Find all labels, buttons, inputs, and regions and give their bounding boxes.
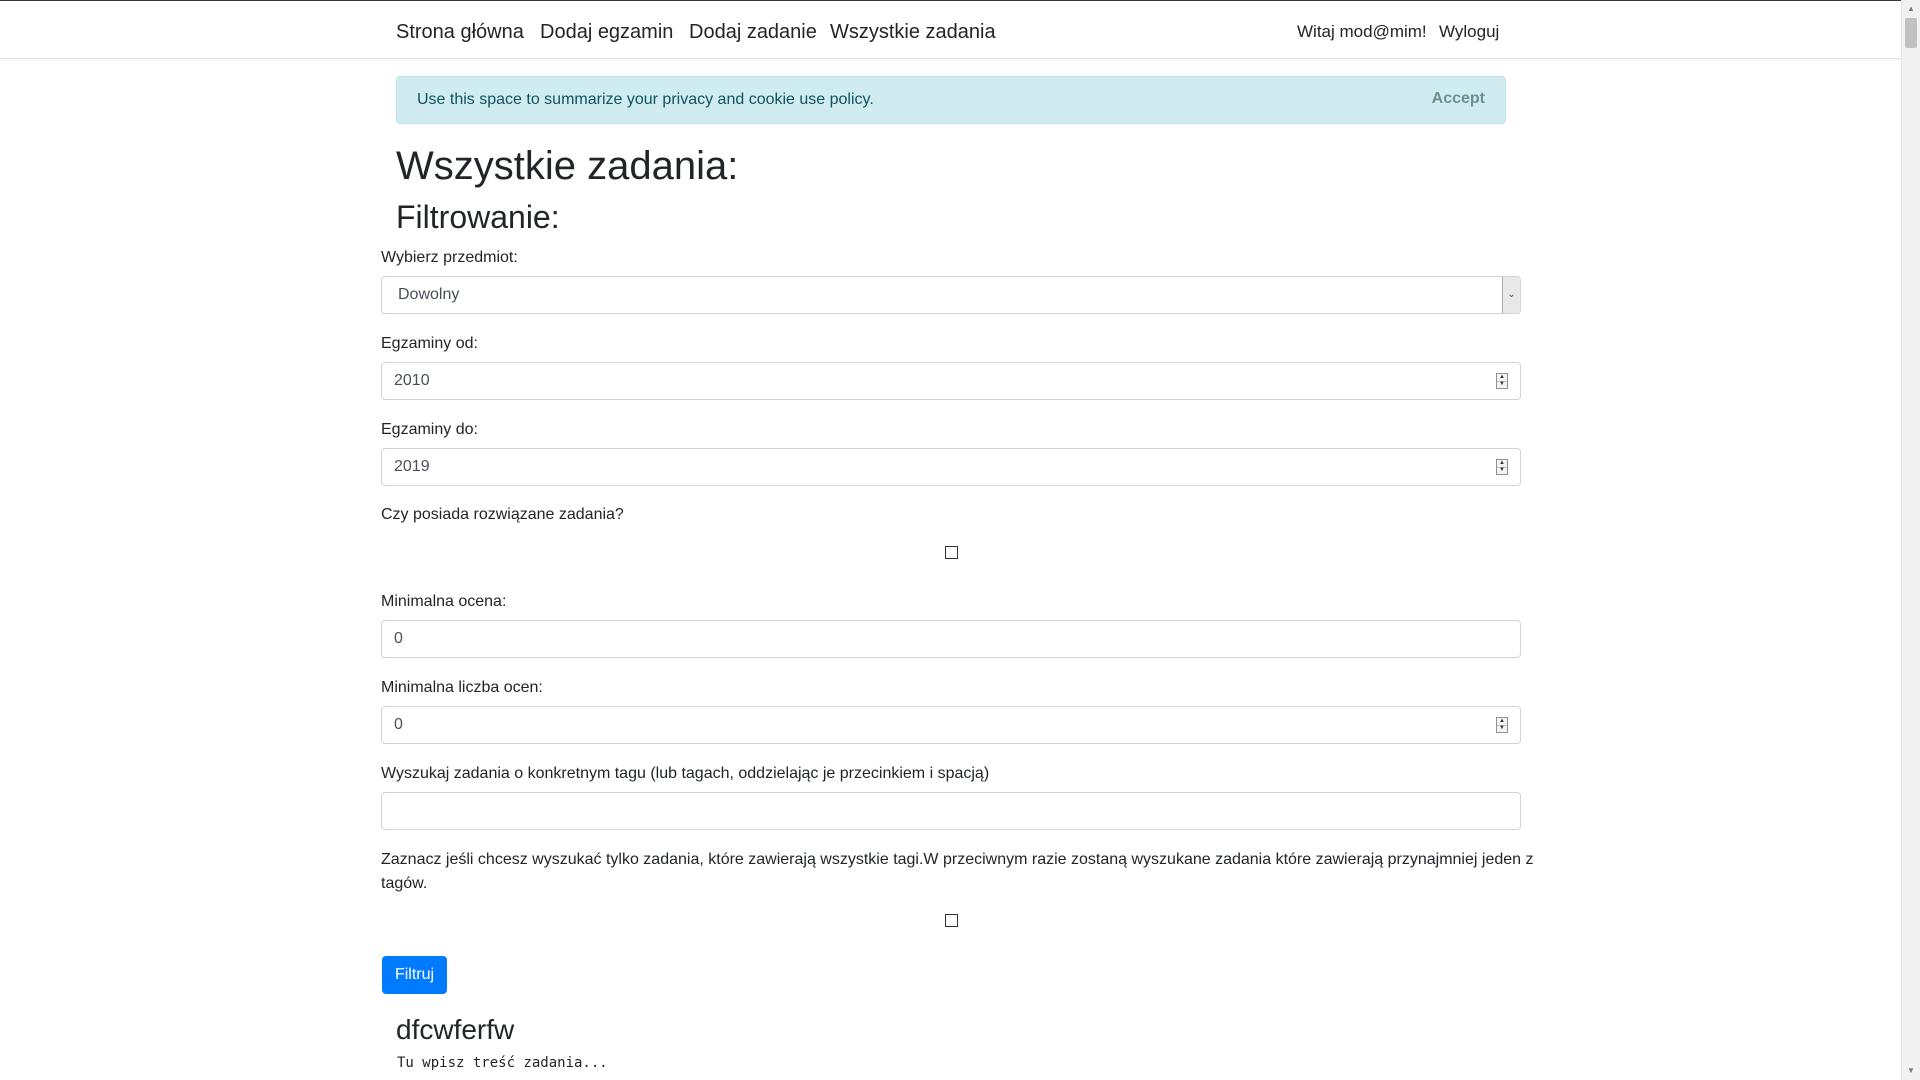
subject-select-value: Dowolny [398,286,460,303]
exams-to-input[interactable]: 2019 ▲ ▼ [381,448,1521,486]
all-tags-label-line2: tagów. [381,875,428,892]
nav-home-link[interactable]: Strona główna [396,21,524,44]
logout-link[interactable]: Wyloguj [1439,22,1499,42]
user-greeting: Witaj mod@mim! [1297,22,1427,41]
exams-from-label: Egzaminy od: [381,335,478,352]
page-title: Wszystkie zadania: [396,144,739,188]
scroll-up-arrow-icon[interactable]: ▲ [1907,4,1915,14]
min-count-label: Minimalna liczba ocen: [381,679,543,696]
spinner-down-icon[interactable]: ▼ [1497,381,1507,388]
filter-button[interactable]: Filtruj [382,956,447,994]
task-body: Tu wpisz treść zadania... [397,1055,608,1071]
exams-from-input[interactable]: 2010 ▲ ▼ [381,362,1521,400]
tags-label: Wyszukaj zadania o konkretnym tagu (lub … [381,765,990,782]
min-grade-label: Minimalna ocena: [381,593,507,610]
min-count-spinner[interactable]: ▲ ▼ [1496,717,1508,733]
min-grade-value: 0 [394,630,403,647]
cookie-accept-button[interactable]: Accept [1432,90,1485,108]
spinner-down-icon[interactable]: ▼ [1497,467,1507,474]
page-scrollbar[interactable]: ▲ ▼ [1901,0,1920,1080]
subject-select[interactable]: Dowolny ⌄ [381,276,1521,314]
exams-from-spinner[interactable]: ▲ ▼ [1496,373,1508,389]
cookie-consent-text: Use this space to summarize your privacy… [417,91,874,108]
spinner-down-icon[interactable]: ▼ [1497,725,1507,732]
min-count-value: 0 [394,716,403,733]
has-solved-label: Czy posiada rozwiązane zadania? [381,506,624,523]
exams-to-label: Egzaminy do: [381,421,478,438]
nav-all-tasks-link[interactable]: Wszystkie zadania [830,21,996,44]
scroll-thumb[interactable] [1905,18,1917,48]
has-solved-checkbox[interactable] [945,546,958,559]
tags-input[interactable] [381,792,1521,830]
min-count-input[interactable]: 0 ▲ ▼ [381,706,1521,744]
task-title[interactable]: dfcwferfw [396,1014,514,1046]
nav-add-task-link[interactable]: Dodaj zadanie [689,21,817,44]
all-tags-label-line1: Zaznacz jeśli chcesz wyszukać tylko zada… [381,851,1534,868]
nav-add-exam-link[interactable]: Dodaj egzamin [540,21,673,44]
chevron-down-icon[interactable]: ⌄ [1502,277,1520,313]
exams-from-value: 2010 [394,372,430,389]
exams-to-spinner[interactable]: ▲ ▼ [1496,459,1508,475]
min-grade-input[interactable]: 0 [381,620,1521,658]
exams-to-value: 2019 [394,458,430,475]
subject-label: Wybierz przedmiot: [381,249,518,266]
all-tags-checkbox[interactable] [945,914,958,927]
scroll-down-arrow-icon[interactable]: ▼ [1907,1066,1915,1076]
filter-heading: Filtrowanie: [396,199,560,235]
navbar: Strona główna Dodaj egzamin Dodaj zadani… [0,1,1902,59]
cookie-consent-banner: Use this space to summarize your privacy… [396,76,1506,124]
